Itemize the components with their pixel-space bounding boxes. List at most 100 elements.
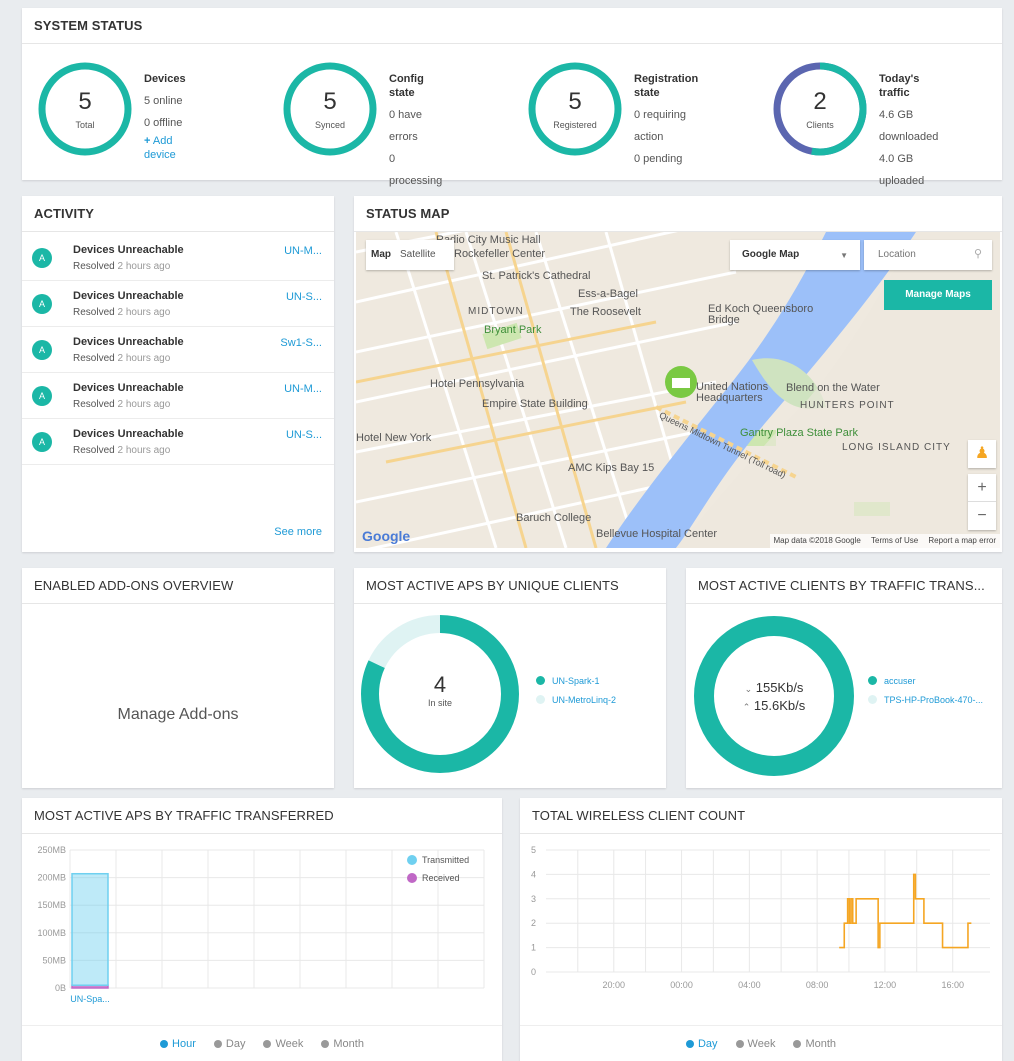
activity-item[interactable]: A Devices Unreachable Resolved 2 hours ago… bbox=[22, 420, 334, 465]
legend-label[interactable]: Received bbox=[422, 873, 460, 883]
aps-unique-center-value: 4 bbox=[433, 672, 447, 697]
legend-item-accuser[interactable]: accuser bbox=[868, 676, 916, 686]
devices-offline: 0 offline bbox=[144, 117, 183, 129]
add-device-link[interactable]: + Add device bbox=[144, 134, 186, 162]
plus-icon: + bbox=[144, 135, 151, 147]
map-label: Ess-a-Bagel bbox=[578, 288, 638, 300]
y-tick-label: 2 bbox=[531, 918, 536, 928]
tab-dot bbox=[213, 1040, 222, 1048]
wireless-count-tabs: Day Week Month bbox=[520, 1025, 1002, 1061]
activity-device-link[interactable]: UN-M... bbox=[284, 383, 322, 395]
tab-day[interactable]: Day bbox=[685, 1026, 718, 1061]
registered-label: Registered bbox=[553, 120, 597, 130]
config-processing: 0 processing bbox=[389, 153, 443, 187]
activity-item-status: Resolved 2 hours ago bbox=[73, 399, 170, 410]
map-label: LONG ISLAND CITY bbox=[842, 442, 951, 453]
activity-time: 2 hours ago bbox=[117, 445, 171, 456]
satellite-button[interactable]: Satellite bbox=[396, 249, 440, 260]
config-info: Config state 0 have errors 0 processing bbox=[389, 72, 442, 192]
legend-item-tps-hp-probook[interactable]: TPS-HP-ProBook-470-... bbox=[868, 695, 983, 705]
caret-down-icon: ▼ bbox=[840, 251, 848, 260]
devices-heading: Devices bbox=[144, 73, 186, 85]
legend-dot bbox=[868, 676, 877, 685]
map-label: MIDTOWN bbox=[468, 306, 524, 317]
wireless-count-title: TOTAL WIRELESS CLIENT COUNT bbox=[520, 798, 1002, 834]
bar-transmitted[interactable] bbox=[71, 872, 109, 986]
y-tick-label: 0B bbox=[55, 983, 66, 993]
map-label: Hotel New York bbox=[356, 432, 432, 444]
tab-month[interactable]: Month bbox=[321, 1026, 364, 1061]
map-button[interactable]: Map bbox=[366, 249, 396, 260]
upload-rate: ⌃ 15.6Kb/s bbox=[692, 698, 856, 713]
tab-week[interactable]: Week bbox=[263, 1026, 303, 1061]
map-attribution-bar: Map data ©2018 Google Terms of Use Repor… bbox=[769, 534, 1000, 548]
tab-label: Month bbox=[333, 1038, 364, 1050]
status-map-title: STATUS MAP bbox=[354, 196, 1002, 232]
tab-week[interactable]: Week bbox=[735, 1026, 775, 1061]
activity-time: 2 hours ago bbox=[117, 353, 171, 364]
activity-status: Resolved bbox=[73, 445, 115, 456]
google-logo: Google bbox=[362, 528, 411, 544]
zoom-in-button[interactable]: + bbox=[968, 474, 996, 502]
traffic-heading: Today's traffic bbox=[879, 73, 920, 99]
x-tick-label[interactable]: UN-Spa... bbox=[70, 994, 110, 1004]
activity-device-link[interactable]: UN-S... bbox=[286, 429, 322, 441]
activity-card: ACTIVITY A Devices Unreachable Resolved 2 … bbox=[22, 196, 334, 552]
tab-month[interactable]: Month bbox=[793, 1026, 836, 1061]
legend-item-un-spark-1[interactable]: UN-Spark-1 bbox=[536, 676, 600, 686]
terms-link[interactable]: Terms of Use bbox=[871, 536, 918, 545]
map-label: Baruch College bbox=[516, 512, 592, 524]
location-input-wrap[interactable]: ⚲ bbox=[864, 240, 992, 270]
activity-item[interactable]: A Devices Unreachable Resolved 2 hours ago… bbox=[22, 374, 334, 419]
zoom-controls: + − bbox=[968, 474, 996, 530]
aps-traffic-title: MOST ACTIVE APS BY TRAFFIC TRANSFERRED bbox=[22, 798, 502, 834]
y-tick-label: 250MB bbox=[37, 845, 66, 855]
map-type-select[interactable]: Google Map ▼ bbox=[730, 240, 860, 270]
see-more-link[interactable]: See more bbox=[274, 526, 322, 538]
legend-item-un-metrolinq-2[interactable]: UN-MetroLinq-2 bbox=[536, 695, 616, 705]
location-input[interactable] bbox=[864, 240, 964, 268]
registration-heading: Registration state bbox=[634, 73, 699, 99]
map-label: St. Patrick's Cathedral bbox=[482, 270, 591, 282]
y-tick-label: 100MB bbox=[37, 928, 66, 938]
activity-item[interactable]: A Devices Unreachable Resolved 2 hours ago… bbox=[22, 236, 334, 281]
manage-addons-link[interactable]: Manage Add-ons bbox=[22, 706, 334, 724]
street-view-icon[interactable]: ♟ bbox=[968, 440, 996, 468]
map-label: AMC Kips Bay 15 bbox=[568, 462, 655, 474]
chevron-up-icon: ⌃ bbox=[742, 702, 751, 712]
activity-item[interactable]: A Devices Unreachable Resolved 2 hours ago… bbox=[22, 282, 334, 327]
addons-title: ENABLED ADD-ONS OVERVIEW bbox=[22, 568, 334, 604]
zoom-out-button[interactable]: − bbox=[968, 502, 996, 529]
clients-traffic-donut bbox=[694, 616, 854, 776]
activity-device-link[interactable]: Sw1-S... bbox=[280, 337, 322, 349]
activity-status: Resolved bbox=[73, 307, 115, 318]
y-tick-label: 150MB bbox=[37, 900, 66, 910]
activity-device-link[interactable]: UN-M... bbox=[284, 245, 322, 257]
tab-dot bbox=[735, 1040, 744, 1048]
activity-item-status: Resolved 2 hours ago bbox=[73, 445, 170, 456]
map-label: Blend on the Water bbox=[786, 382, 880, 394]
activity-item[interactable]: A Devices Unreachable Resolved 2 hours ago… bbox=[22, 328, 334, 373]
map-canvas[interactable]: Radio City Music Hall Rockefeller Center S… bbox=[356, 232, 1000, 548]
report-link[interactable]: Report a map error bbox=[928, 536, 996, 545]
manage-maps-button[interactable]: Manage Maps bbox=[884, 280, 992, 310]
clients-label: Clients bbox=[806, 120, 834, 130]
tab-hour[interactable]: Hour bbox=[160, 1026, 196, 1061]
legend-dot bbox=[868, 695, 877, 704]
legend-label[interactable]: Transmitted bbox=[422, 855, 469, 865]
download-rate-value: 155Kb/s bbox=[755, 680, 804, 695]
activity-time: 2 hours ago bbox=[117, 399, 171, 410]
tab-day[interactable]: Day bbox=[213, 1026, 245, 1061]
registration-pending: 0 pending bbox=[634, 153, 683, 165]
x-tick-label: 16:00 bbox=[941, 980, 964, 990]
y-tick-label: 0 bbox=[531, 967, 536, 977]
client-count-line[interactable] bbox=[839, 873, 972, 949]
activity-time: 2 hours ago bbox=[117, 307, 171, 318]
system-status-title: SYSTEM STATUS bbox=[22, 8, 1002, 44]
activity-item-title: Devices Unreachable bbox=[73, 428, 184, 440]
y-tick-label: 5 bbox=[531, 845, 536, 855]
registration-info: Registration state 0 requiring action 0 … bbox=[634, 72, 698, 170]
activity-device-link[interactable]: UN-S... bbox=[286, 291, 322, 303]
map-type-value: Google Map bbox=[742, 249, 800, 260]
traffic-info: Today's traffic 4.6 GB downloaded 4.0 GB… bbox=[879, 72, 938, 192]
